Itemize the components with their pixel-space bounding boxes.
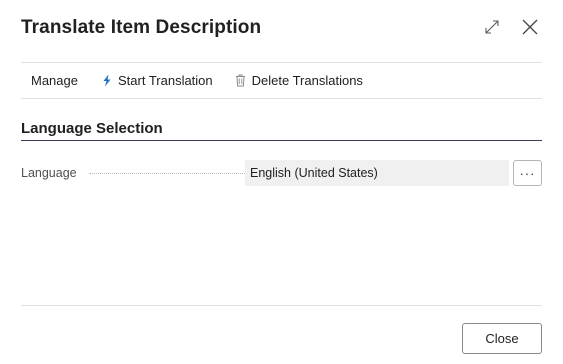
close-icon[interactable] — [517, 14, 543, 40]
language-lookup-button[interactable]: ··· — [513, 160, 542, 186]
start-translation-label: Start Translation — [117, 73, 213, 88]
footer-divider — [21, 305, 542, 306]
expand-icon[interactable] — [479, 14, 505, 40]
dialog-title: Translate Item Description — [21, 17, 262, 38]
trash-icon — [235, 74, 246, 87]
start-translation-button[interactable]: Start Translation — [102, 73, 213, 88]
manage-menu[interactable]: Manage — [31, 73, 78, 88]
group-underline — [21, 140, 542, 141]
field-leader-dots — [89, 173, 251, 175]
language-field-label: Language — [21, 166, 77, 180]
delete-translations-button[interactable]: Delete Translations — [235, 73, 363, 88]
translate-dialog: Translate Item Description Manage Start … — [0, 0, 563, 364]
action-bar: Manage Start Translation Delete Translat… — [21, 63, 375, 98]
field-row-language: Language English (United States) ··· — [21, 160, 542, 186]
delete-translations-label: Delete Translations — [251, 73, 363, 88]
lightning-icon — [102, 74, 112, 87]
language-field[interactable]: English (United States) — [245, 160, 509, 186]
group-title-language-selection: Language Selection — [21, 120, 163, 137]
close-button[interactable]: Close — [462, 323, 542, 354]
manage-label: Manage — [31, 73, 78, 88]
actionbar-divider — [21, 98, 542, 99]
title-actions — [479, 14, 543, 40]
